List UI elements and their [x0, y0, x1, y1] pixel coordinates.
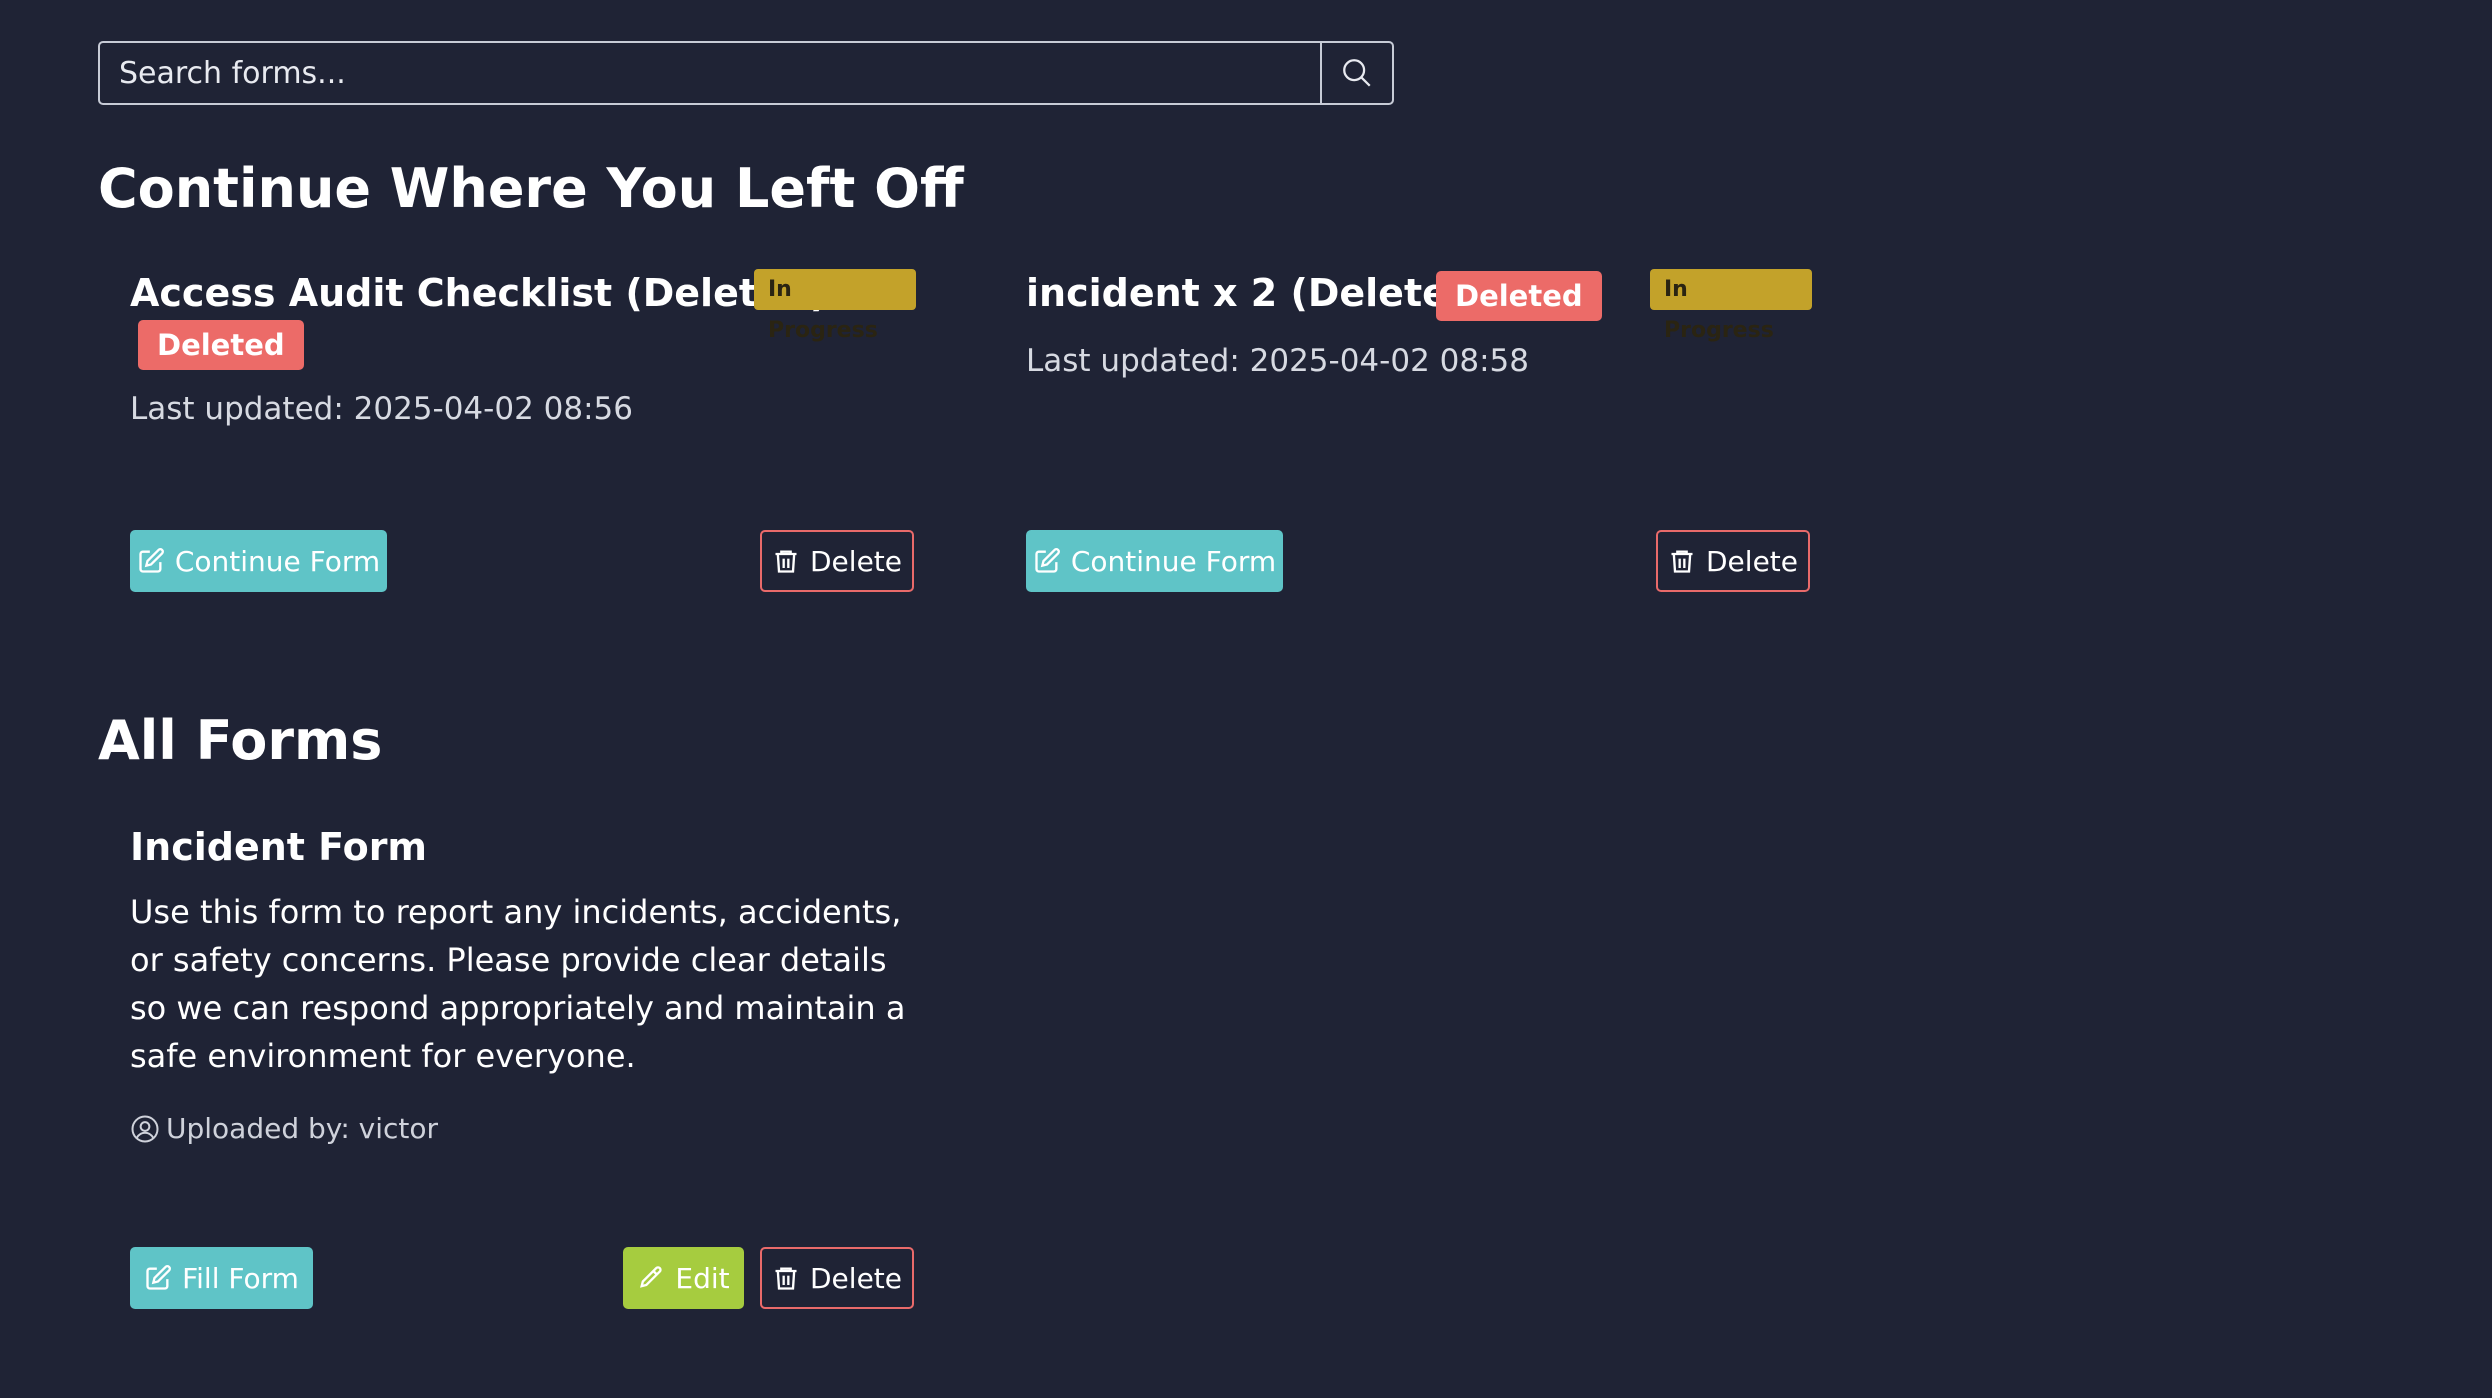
in-progress-card: Access Audit Checklist (Deleted) In Prog… [130, 268, 916, 598]
fill-form-button[interactable]: Fill Form [130, 1247, 313, 1309]
status-badge-in-progress: In Progress [754, 269, 916, 343]
edit-button[interactable]: Edit [623, 1247, 744, 1309]
edit-square-icon [1033, 547, 1061, 575]
user-circle-icon [130, 1114, 160, 1144]
in-progress-card: incident x 2 (Deleted) Deleted In Progre… [1026, 268, 1812, 598]
form-description: Use this form to report any incidents, a… [130, 893, 906, 1075]
delete-form-button[interactable]: Delete [760, 1247, 914, 1309]
last-updated: Last updated: 2025-04-02 08:56 [130, 391, 633, 427]
status-badge-deleted: Deleted [138, 320, 304, 370]
form-title: Access Audit Checklist (Deleted) [130, 271, 828, 315]
edit-square-icon [137, 547, 165, 575]
search-bar [98, 41, 1394, 105]
form-card-title: Incident Form [130, 825, 428, 869]
delete-label: Delete [1706, 544, 1798, 578]
pencil-icon [637, 1264, 665, 1292]
status-badge-in-progress: In Progress [1650, 269, 1812, 343]
continue-section-title: Continue Where You Left Off [98, 157, 964, 220]
trash-icon [1668, 547, 1696, 575]
continue-form-label: Continue Form [1070, 544, 1277, 578]
form-title: incident x 2 (Deleted) [1026, 271, 1493, 315]
fill-form-label: Fill Form [182, 1261, 299, 1295]
search-icon [1340, 56, 1374, 90]
status-badge-deleted: Deleted [1436, 271, 1602, 321]
edit-label: Edit [675, 1261, 730, 1295]
last-updated: Last updated: 2025-04-02 08:58 [1026, 343, 1529, 379]
delete-label: Delete [810, 1261, 902, 1295]
uploaded-by: Uploaded by: victor [166, 1112, 439, 1145]
trash-icon [772, 1264, 800, 1292]
trash-icon [772, 547, 800, 575]
edit-square-icon [144, 1264, 172, 1292]
continue-form-button[interactable]: Continue Form [1026, 530, 1283, 592]
continue-form-label: Continue Form [174, 544, 381, 578]
delete-button[interactable]: Delete [760, 530, 914, 592]
forms-dashboard: Continue Where You Left Off Access Audit… [0, 0, 2492, 1398]
continue-form-button[interactable]: Continue Form [130, 530, 387, 592]
delete-button[interactable]: Delete [1656, 530, 1810, 592]
uploader-info: Uploaded by: victor [130, 1112, 438, 1145]
delete-label: Delete [810, 544, 902, 578]
search-input[interactable] [100, 43, 1320, 103]
search-button[interactable] [1320, 43, 1392, 103]
all-forms-section-title: All Forms [98, 709, 383, 772]
